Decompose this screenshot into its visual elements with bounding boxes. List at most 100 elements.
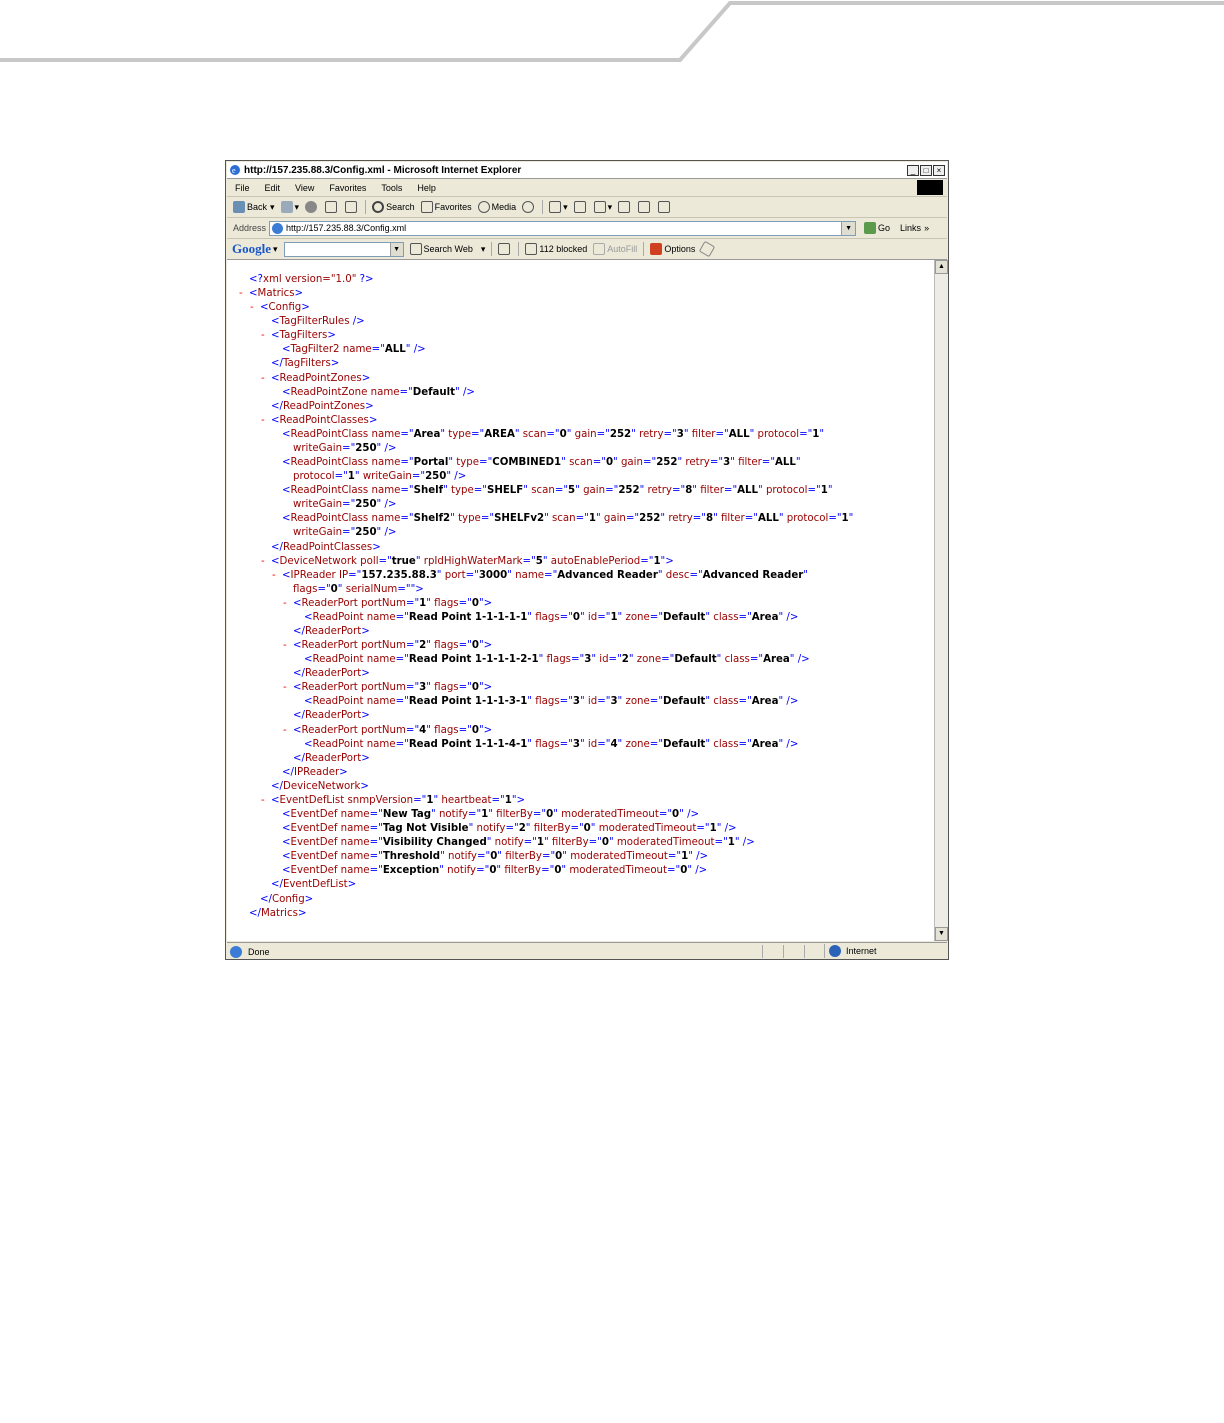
collapse-toggle[interactable]: - xyxy=(261,372,265,386)
discuss-button[interactable] xyxy=(618,201,632,213)
mail-button[interactable]: ▾ xyxy=(549,201,568,213)
scroll-up-icon[interactable]: ▲ xyxy=(935,260,948,274)
xml-token: ?> xyxy=(359,274,374,285)
toolbar-separator xyxy=(643,242,645,256)
xml-token: > xyxy=(361,710,370,722)
menu-view[interactable]: View xyxy=(295,183,314,193)
google-search-dropdown-icon[interactable]: ▼ xyxy=(389,242,403,256)
xml-line: <ReadPoint name="Read Point 1-1-1-3-1" f… xyxy=(304,695,798,709)
menu-edit[interactable]: Edit xyxy=(265,183,281,193)
home-button[interactable] xyxy=(345,201,359,213)
xml-token: =" xyxy=(597,696,611,708)
xml-token: portNum xyxy=(357,682,406,694)
collapse-toggle[interactable]: - xyxy=(261,329,265,343)
svg-text:e: e xyxy=(232,166,236,175)
collapse-toggle[interactable]: - xyxy=(283,681,287,695)
xml-token: gain xyxy=(571,428,597,440)
xml-token: < xyxy=(282,823,291,835)
messenger-button[interactable] xyxy=(638,201,652,213)
collapse-toggle[interactable]: - xyxy=(272,569,276,583)
xml-line: <EventDef name="Tag Not Visible" notify=… xyxy=(282,822,737,836)
xml-line: <IPReader IP="157.235.88.3" port="3000" … xyxy=(282,569,808,583)
stop-button[interactable] xyxy=(305,201,319,213)
menu-help[interactable]: Help xyxy=(417,183,436,193)
edit-button[interactable]: ▾ xyxy=(593,201,612,213)
google-menu-chevron-icon[interactable]: ▾ xyxy=(273,244,278,255)
xml-token: moderatedTimeout xyxy=(566,851,668,863)
xml-line: <TagFilter2 name="ALL" /> xyxy=(282,343,426,357)
google-search-input[interactable]: ▼ xyxy=(283,241,404,257)
window-title: http://157.235.88.3/Config.xml - Microso… xyxy=(244,164,522,176)
xml-token: =" xyxy=(554,485,569,497)
news-button[interactable] xyxy=(498,243,512,255)
xml-token: =" xyxy=(738,738,752,750)
xml-token: 1 xyxy=(820,485,828,497)
xml-token: 252 xyxy=(618,485,640,497)
go-button[interactable]: Go xyxy=(864,222,890,234)
xml-token: =" xyxy=(761,457,776,469)
xml-token: 1 xyxy=(653,555,661,567)
options-button[interactable]: Options xyxy=(650,243,695,255)
research-button[interactable] xyxy=(658,201,672,213)
print-button[interactable] xyxy=(573,201,588,213)
xml-token: 0 xyxy=(471,682,479,694)
xml-token: =" xyxy=(399,386,413,398)
xml-line: <DeviceNetwork poll="true" rpIdHighWater… xyxy=(271,555,674,569)
collapse-toggle[interactable]: - xyxy=(261,414,265,428)
back-button[interactable]: Back ▾ xyxy=(233,201,275,213)
highlighter-button[interactable] xyxy=(699,240,716,258)
minimize-button[interactable]: _ xyxy=(907,164,919,176)
xml-token: scan xyxy=(519,428,547,440)
xml-line: <TagFilters> xyxy=(271,329,336,343)
forward-button[interactable]: ▾ xyxy=(280,201,299,213)
links-chevron-icon[interactable]: » xyxy=(924,223,929,233)
collapse-toggle[interactable]: - xyxy=(261,555,265,569)
collapse-toggle[interactable]: - xyxy=(283,597,287,611)
media-button[interactable]: Media xyxy=(477,201,516,213)
maximize-button[interactable]: □ xyxy=(920,164,932,176)
autofill-button[interactable]: AutoFill xyxy=(593,243,637,255)
collapse-toggle[interactable]: - xyxy=(239,287,243,301)
address-dropdown-icon[interactable]: ▼ xyxy=(841,221,856,235)
xml-token: COMBINED1 xyxy=(492,457,562,469)
refresh-button[interactable] xyxy=(325,201,339,213)
collapse-toggle[interactable]: - xyxy=(283,639,287,653)
menu-favorites[interactable]: Favorites xyxy=(329,183,366,193)
menu-file[interactable]: File xyxy=(235,183,250,193)
xml-token: > xyxy=(361,668,370,680)
history-button[interactable] xyxy=(522,201,536,213)
xml-token: < xyxy=(304,654,313,666)
collapse-toggle[interactable]: - xyxy=(283,724,287,738)
xml-token: =" xyxy=(413,794,427,806)
xml-token: =" xyxy=(596,428,610,440)
xml-token: =" xyxy=(405,597,420,609)
page-icon xyxy=(272,222,284,234)
xml-token: > xyxy=(304,893,314,905)
vertical-scrollbar[interactable]: ▲ ▼ xyxy=(934,260,948,941)
xml-token: /> xyxy=(349,316,365,328)
popup-blocker-button[interactable]: 112 blocked xyxy=(525,243,587,255)
collapse-toggle[interactable]: - xyxy=(261,794,265,808)
stop-icon xyxy=(305,201,318,213)
xml-token: " /> xyxy=(446,471,467,483)
xml-token: =" xyxy=(649,696,664,708)
toolbar-separator xyxy=(518,242,520,256)
xml-token: > xyxy=(360,780,369,792)
search-button[interactable]: Search xyxy=(372,201,415,213)
xml-token: =" xyxy=(541,865,555,877)
close-button[interactable]: × xyxy=(933,164,945,176)
xml-token: scan xyxy=(527,485,555,497)
links-button[interactable]: Links xyxy=(900,223,921,233)
search-web-button[interactable]: Search Web ▾ xyxy=(409,243,485,255)
xml-token: =" xyxy=(597,738,611,750)
xml-line: <EventDef name="Exception" notify="0" fi… xyxy=(282,864,707,878)
xml-token: > xyxy=(327,330,336,342)
scroll-down-icon[interactable]: ▼ xyxy=(935,927,948,941)
collapse-toggle[interactable]: - xyxy=(250,301,254,315)
xml-line: <ReadPointZone name="Default" /> xyxy=(282,386,475,400)
favorites-button[interactable]: Favorites xyxy=(420,201,472,213)
menu-tools[interactable]: Tools xyxy=(381,183,402,193)
address-input[interactable]: http://157.235.88.3/Config.xml ▼ xyxy=(269,220,857,236)
google-logo[interactable]: Google xyxy=(232,241,271,257)
xml-token: 0 xyxy=(330,583,338,595)
